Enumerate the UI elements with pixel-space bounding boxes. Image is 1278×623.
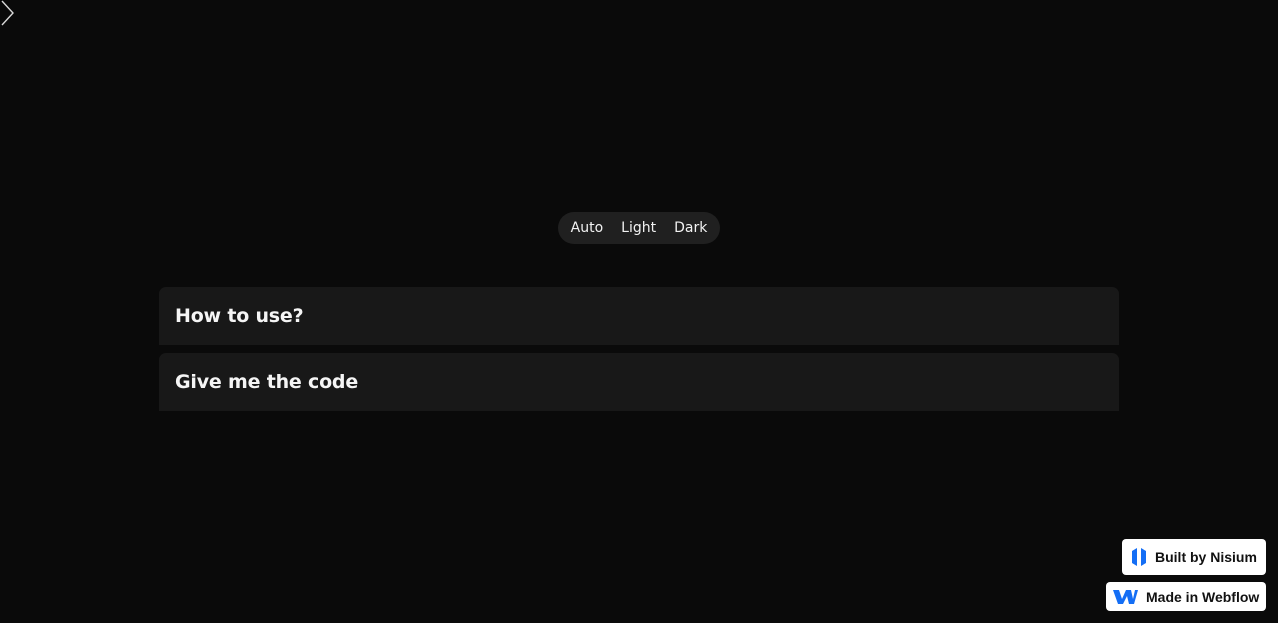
accordion-how-to-use[interactable]: How to use? <box>159 287 1119 345</box>
webflow-logo-icon <box>1113 589 1138 604</box>
theme-option-light[interactable]: Light <box>612 212 665 244</box>
theme-switcher: Auto Light Dark <box>558 212 720 244</box>
theme-option-dark[interactable]: Dark <box>665 212 716 244</box>
theme-option-auto[interactable]: Auto <box>562 212 613 244</box>
accordion-give-me-the-code[interactable]: Give me the code <box>159 353 1119 411</box>
accordion-title: Give me the code <box>175 371 359 393</box>
chevron-right-icon[interactable] <box>0 0 16 26</box>
nisium-badge-label: Built by Nisium <box>1155 549 1257 565</box>
nisium-logo-icon <box>1132 548 1146 566</box>
built-by-nisium-badge[interactable]: Built by Nisium <box>1122 539 1266 575</box>
made-in-webflow-badge[interactable]: Made in Webflow <box>1106 582 1266 611</box>
accordion-title: How to use? <box>175 305 304 327</box>
webflow-badge-label: Made in Webflow <box>1146 588 1260 605</box>
